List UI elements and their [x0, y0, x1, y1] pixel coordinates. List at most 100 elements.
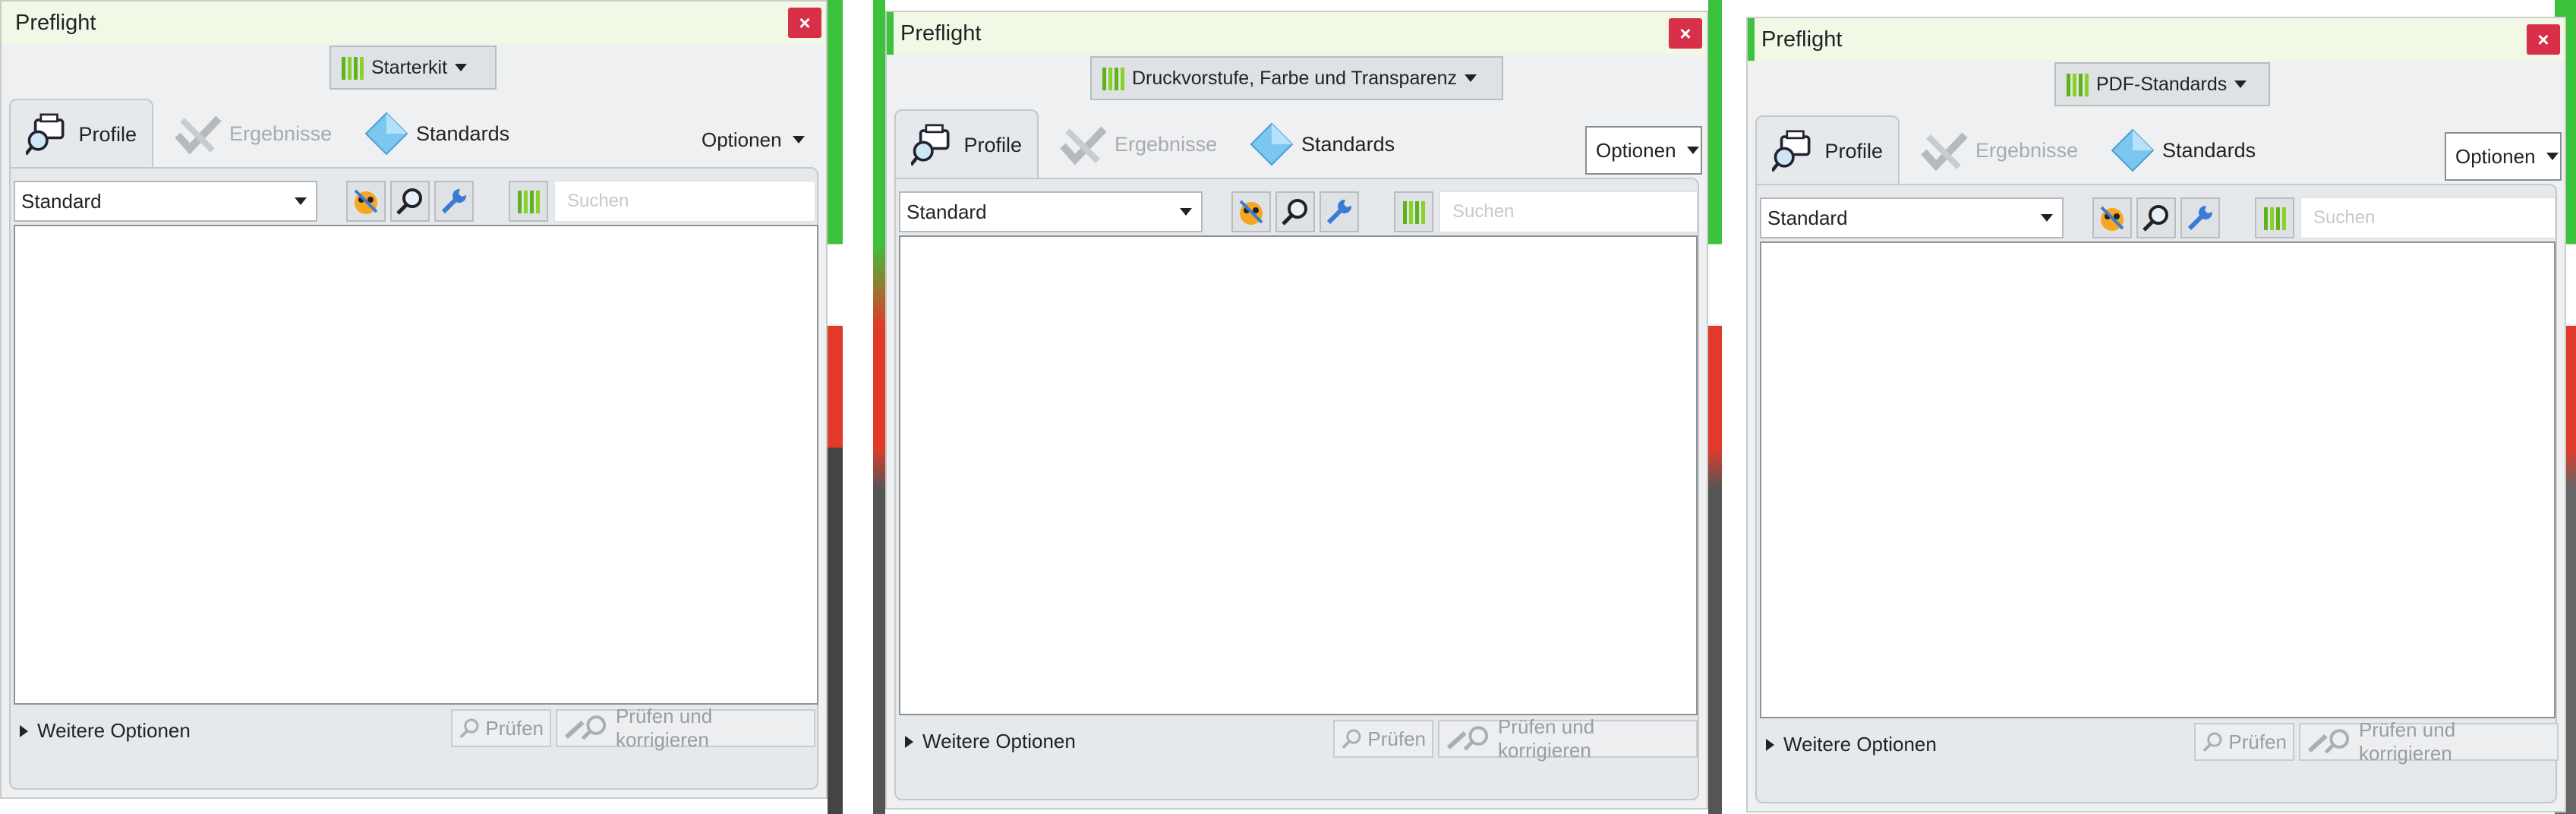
- magnifier-icon: [2142, 205, 2168, 232]
- diamond-icon: [1250, 122, 1294, 166]
- printer-magnifier-icon: [1772, 130, 1811, 172]
- close-button[interactable]: ×: [1669, 18, 1702, 49]
- magnifier-icon: [459, 718, 479, 739]
- check-button[interactable]: Prüfen: [451, 709, 551, 747]
- tab-label: Profile: [1824, 139, 1883, 162]
- active-accent: [1748, 18, 1755, 61]
- profile-list[interactable]: [1760, 241, 2556, 718]
- kit-filter-button[interactable]: [509, 181, 548, 222]
- kit-filter-button[interactable]: [1394, 191, 1433, 232]
- triangle-right-icon: [20, 724, 28, 737]
- triangle-right-icon: [905, 735, 913, 748]
- chevron-down-icon: [1464, 74, 1477, 82]
- check-profile-button[interactable]: [390, 181, 430, 222]
- profile-select[interactable]: Standard: [899, 191, 1203, 232]
- chevron-down-icon: [2234, 80, 2247, 88]
- fixup-button[interactable]: [346, 181, 386, 222]
- more-options-toggle[interactable]: Weitere Optionen: [905, 730, 1076, 753]
- fixup-button[interactable]: [2092, 197, 2132, 238]
- more-options-label: Weitere Optionen: [37, 719, 191, 742]
- background-document: [1708, 0, 1722, 814]
- tab-label: Standards: [2162, 138, 2256, 162]
- preflight-panel: Preflight × PDF-Standards Profile Ergebn…: [1746, 17, 2566, 812]
- tab-standards[interactable]: Standards: [364, 99, 509, 169]
- tab-profile[interactable]: Profile: [1755, 115, 1900, 185]
- more-options-label: Weitere Optionen: [922, 730, 1076, 752]
- options-label: Optionen: [702, 128, 782, 151]
- options-menu[interactable]: Optionen: [2445, 132, 2562, 181]
- tab-label: Ergebnisse: [1115, 132, 1218, 156]
- tab-ergebnisse[interactable]: Ergebnisse: [1921, 115, 2078, 185]
- search-field[interactable]: Suchen: [554, 181, 815, 222]
- options-menu[interactable]: Optionen: [1585, 126, 1702, 175]
- close-button[interactable]: ×: [2527, 24, 2560, 55]
- tab-label: Profile: [963, 133, 1022, 156]
- options-menu[interactable]: Optionen: [692, 115, 821, 164]
- magnifier-icon: [1342, 729, 1361, 749]
- wrench-magnifier-icon: [564, 715, 607, 740]
- edit-profile-button[interactable]: [2180, 197, 2220, 238]
- preflight-panel: Preflight × Starterkit Profile Ergebniss…: [0, 0, 828, 799]
- profile-list[interactable]: [14, 225, 818, 705]
- fixup-icon: [1239, 200, 1263, 225]
- check-fix-label: Prüfen und korrigieren: [2358, 718, 2456, 765]
- close-button[interactable]: ×: [788, 8, 821, 38]
- background-document: [873, 0, 885, 814]
- starterkit-button[interactable]: Starterkit: [329, 46, 497, 90]
- tab-profile[interactable]: Profile: [9, 99, 153, 169]
- chevron-down-icon: [295, 197, 307, 205]
- options-label: Optionen: [2455, 144, 2536, 168]
- search-field[interactable]: Suchen: [1439, 191, 1698, 232]
- results-check-icon: [175, 115, 222, 155]
- tab-standards[interactable]: Standards: [1250, 109, 1395, 179]
- title-bar: Preflight ×: [887, 12, 1707, 55]
- wrench-icon: [2187, 205, 2213, 231]
- profile-select[interactable]: Standard: [14, 181, 317, 222]
- tab-standards[interactable]: Standards: [2111, 115, 2256, 185]
- edit-profile-button[interactable]: [1320, 191, 1359, 232]
- printer-magnifier-icon: [911, 124, 950, 166]
- kit-filter-button[interactable]: [2255, 197, 2294, 238]
- profile-list[interactable]: [899, 235, 1698, 715]
- fixup-icon: [354, 189, 378, 214]
- more-options-toggle[interactable]: Weitere Optionen: [20, 719, 191, 743]
- check-button[interactable]: Prüfen: [1333, 720, 1433, 758]
- chevron-down-icon: [792, 136, 805, 144]
- check-fix-label: Prüfen und korrigieren: [1497, 715, 1595, 762]
- check-profile-button[interactable]: [1275, 191, 1315, 232]
- starterkit-button[interactable]: Druckvorstufe, Farbe und Transparenz: [1090, 56, 1503, 100]
- fixup-button[interactable]: [1231, 191, 1271, 232]
- check-button[interactable]: Prüfen: [2194, 723, 2294, 761]
- tab-ergebnisse[interactable]: Ergebnisse: [1060, 109, 1217, 179]
- triangle-right-icon: [1766, 738, 1774, 751]
- profile-select-value: Standard: [1767, 206, 1848, 229]
- tab-label: Ergebnisse: [229, 121, 333, 145]
- fixup-icon: [2100, 206, 2124, 231]
- chevron-down-icon: [455, 64, 468, 71]
- edit-profile-button[interactable]: [434, 181, 474, 222]
- preflight-kit-icon: [2067, 72, 2089, 96]
- kit-label: PDF-Standards: [2096, 73, 2228, 95]
- more-options-toggle[interactable]: Weitere Optionen: [1766, 733, 1937, 756]
- search-field[interactable]: Suchen: [2300, 197, 2556, 238]
- check-label: Prüfen: [1367, 727, 1426, 750]
- tab-ergebnisse[interactable]: Ergebnisse: [175, 99, 332, 169]
- printer-magnifier-icon: [26, 113, 65, 156]
- profile-select-value: Standard: [906, 200, 987, 223]
- preflight-kit-icon: [1102, 66, 1124, 90]
- diamond-icon: [364, 112, 408, 156]
- wrench-icon: [441, 188, 467, 214]
- starterkit-button[interactable]: PDF-Standards: [2054, 62, 2270, 106]
- check-and-fix-button[interactable]: Prüfen und korrigieren: [2299, 718, 2559, 765]
- profile-select[interactable]: Standard: [1760, 197, 2064, 238]
- wrench-icon: [1326, 199, 1352, 225]
- tab-label: Profile: [78, 122, 137, 146]
- profile-select-value: Standard: [21, 189, 102, 213]
- check-and-fix-button[interactable]: Prüfen und korrigieren: [556, 705, 815, 751]
- tab-profile[interactable]: Profile: [894, 109, 1039, 179]
- options-label: Optionen: [1596, 138, 1676, 162]
- check-and-fix-button[interactable]: Prüfen und korrigieren: [1438, 715, 1698, 762]
- check-profile-button[interactable]: [2136, 197, 2176, 238]
- magnifier-icon: [396, 188, 422, 215]
- preflight-kit-icon: [342, 55, 364, 80]
